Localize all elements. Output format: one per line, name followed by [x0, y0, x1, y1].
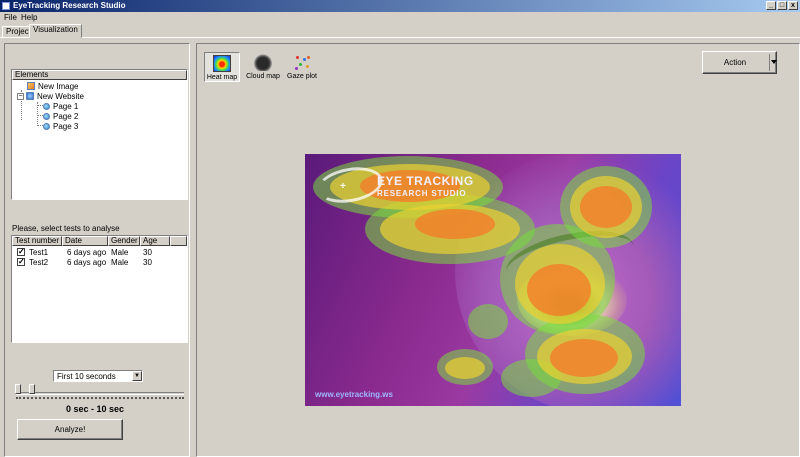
heat-blob-low — [468, 304, 508, 339]
elements-tree[interactable]: Elements New Image − New Website Page 1 … — [11, 69, 188, 200]
table-row[interactable]: ✓ Test1 6 days ago Male 30 — [12, 248, 187, 258]
menu-help[interactable]: Help — [21, 13, 37, 23]
window-title: EyeTracking Research Studio — [13, 1, 126, 10]
tree-item-label: Page 2 — [53, 111, 79, 121]
stimulus-url: www.eyetracking.ws — [315, 390, 393, 399]
chevron-down-icon[interactable] — [771, 60, 777, 64]
page-icon — [43, 122, 50, 130]
column-filler — [170, 236, 187, 246]
tree-item-label: New Image — [38, 81, 79, 91]
page-icon — [43, 102, 50, 110]
tree-item-new-image[interactable]: New Image — [18, 81, 78, 91]
close-button[interactable]: x — [788, 1, 798, 10]
page-icon — [43, 112, 50, 120]
range-end-handle[interactable] — [29, 384, 35, 394]
tree-item-page-2[interactable]: Page 2 — [43, 111, 78, 121]
stimulus-logo-title: EYE TRACKING — [377, 174, 474, 188]
test-age: 30 — [143, 258, 152, 267]
stimulus-logo-subtitle: RESEARCH STUDIO — [377, 189, 467, 198]
test-date: 6 days ago — [67, 258, 107, 267]
action-button[interactable]: Action — [702, 51, 777, 74]
tests-list[interactable]: Test number Date Gender Age ✓ Test1 6 da… — [11, 235, 188, 343]
website-icon — [26, 92, 34, 100]
tree-item-label: Page 1 — [53, 101, 79, 111]
crosshair-icon: + — [340, 181, 346, 192]
elements-header: Elements — [12, 70, 187, 80]
test-checkbox[interactable]: ✓ — [17, 248, 25, 256]
heat-map-label: Heat map — [206, 74, 238, 81]
gaze-plot-icon — [293, 54, 311, 71]
tests-instruction: Please, select tests to analyse — [12, 224, 120, 233]
heat-blob-high — [580, 186, 632, 228]
menu-bar: File Help — [0, 12, 800, 24]
window-controls: _ □ x — [766, 1, 798, 10]
app-icon — [2, 2, 10, 10]
heat-blob-high — [527, 264, 591, 316]
column-age[interactable]: Age — [140, 236, 170, 246]
heat-map-button[interactable]: Heat map — [204, 52, 240, 82]
test-gender: Male — [111, 248, 129, 257]
tree-item-page-3[interactable]: Page 3 — [43, 121, 78, 131]
maximize-button[interactable]: □ — [777, 1, 787, 10]
heatmap-visualization: + EYE TRACKING RESEARCH STUDIO www.eyetr… — [305, 154, 681, 406]
time-filter-value: First 10 seconds — [57, 372, 116, 381]
time-range-label: 0 sec - 10 sec — [65, 404, 125, 414]
gaze-plot-label: Gaze plot — [287, 73, 317, 80]
table-row[interactable]: ✓ Test2 6 days ago Male 30 — [12, 258, 187, 268]
analyze-button[interactable]: Analyze! — [17, 419, 123, 440]
gaze-plot-button[interactable]: Gaze plot — [285, 52, 319, 82]
column-date[interactable]: Date — [62, 236, 108, 246]
cloud-map-label: Cloud map — [246, 73, 280, 80]
column-test-number[interactable]: Test number — [12, 236, 62, 246]
cloud-map-button[interactable]: Cloud map — [244, 52, 282, 82]
time-filter-select[interactable]: First 10 seconds ▼ — [53, 370, 143, 382]
test-age: 30 — [143, 248, 152, 257]
tree-item-label: Page 3 — [53, 121, 79, 131]
time-range-ticks — [16, 397, 184, 399]
tab-divider — [0, 37, 800, 38]
heat-blob-high — [415, 209, 495, 239]
action-separator — [769, 54, 770, 71]
collapse-icon[interactable]: − — [17, 92, 24, 100]
test-date: 6 days ago — [67, 248, 107, 257]
chevron-down-icon[interactable]: ▼ — [132, 371, 142, 381]
action-label: Action — [723, 58, 747, 67]
tab-strip: Project Visualization — [0, 24, 800, 38]
test-checkbox[interactable]: ✓ — [17, 258, 25, 266]
test-name: Test2 — [29, 258, 49, 267]
heat-blob-high — [550, 339, 618, 377]
tree-item-label: New Website — [37, 91, 84, 101]
range-start-handle[interactable] — [15, 384, 21, 394]
heat-map-icon — [213, 55, 231, 72]
tab-visualization[interactable]: Visualization — [29, 24, 82, 38]
minimize-button[interactable]: _ — [766, 1, 776, 10]
cloud-map-icon — [254, 54, 272, 71]
title-bar: EyeTracking Research Studio _ □ x — [0, 0, 800, 12]
time-range-track[interactable] — [16, 392, 184, 395]
image-icon — [27, 82, 35, 90]
test-gender: Male — [111, 258, 129, 267]
tree-item-new-website[interactable]: − New Website — [17, 91, 84, 101]
test-name: Test1 — [29, 248, 49, 257]
menu-file[interactable]: File — [4, 13, 17, 23]
tree-item-page-1[interactable]: Page 1 — [43, 101, 78, 111]
heat-blob-mid — [445, 357, 485, 379]
column-gender[interactable]: Gender — [108, 236, 140, 246]
